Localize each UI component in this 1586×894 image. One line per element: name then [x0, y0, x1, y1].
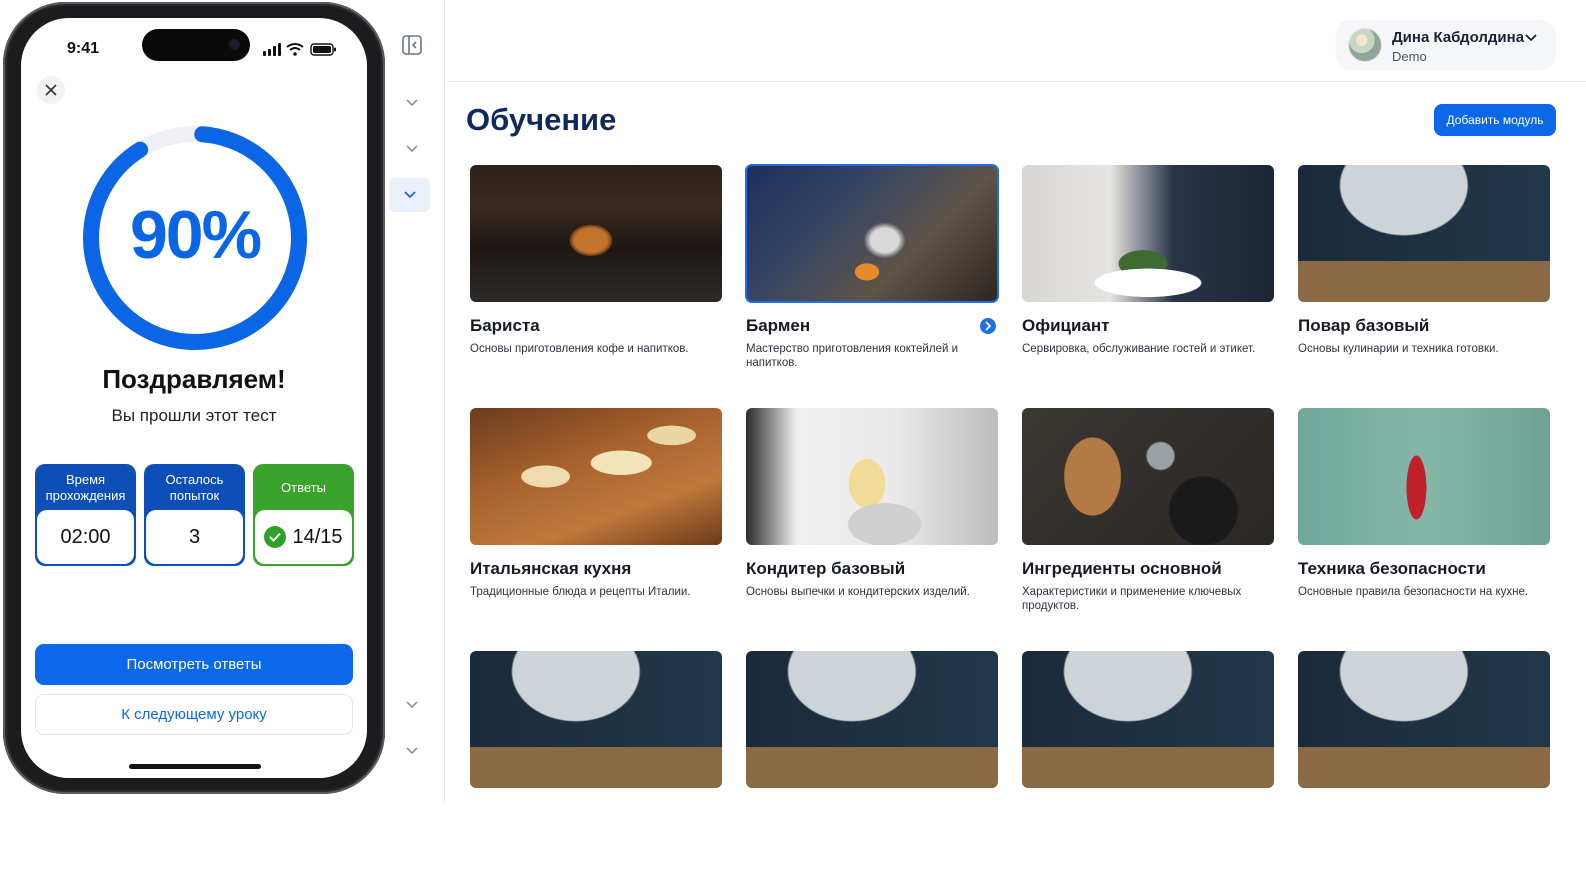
progress-percent: 90% — [129, 197, 262, 273]
course-card-waiter[interactable]: Официант Сервировка, обслуживание гостей… — [1022, 165, 1274, 408]
course-description: Сервировка, обслуживание гостей и этикет… — [1022, 343, 1256, 355]
course-title: Бариста — [470, 316, 540, 335]
check-icon — [264, 526, 287, 548]
course-card[interactable] — [470, 651, 722, 894]
camera-icon — [229, 39, 240, 50]
course-thumbnail — [1298, 408, 1550, 545]
home-indicator — [129, 764, 261, 769]
stat-attempts: Осталось попыток 3 — [144, 464, 245, 566]
course-title: Ингредиенты основной — [1022, 559, 1222, 578]
course-title: Кондитер базовый — [746, 559, 906, 578]
course-description: Традиционные блюда и рецепты Италии. — [470, 586, 691, 598]
stat-label: Ответы — [281, 480, 326, 495]
chevron-down-icon[interactable] — [401, 694, 423, 716]
stat-value: 14/15 — [292, 525, 343, 548]
signal-icon — [263, 43, 281, 56]
course-thumbnail — [746, 408, 998, 545]
page-title: Обучение — [466, 102, 617, 137]
stat-value-wrap: 14/15 — [255, 510, 352, 564]
close-icon[interactable] — [37, 76, 65, 104]
course-thumbnail — [1022, 408, 1274, 545]
course-title: Итальянская кухня — [470, 559, 632, 578]
status-time: 9:41 — [67, 40, 100, 57]
course-card-ingredients[interactable]: Ингредиенты основной Характеристики и пр… — [1022, 408, 1274, 651]
course-title: Официант — [1022, 316, 1110, 335]
course-thumbnail — [470, 408, 722, 545]
course-card-barman[interactable]: Бармен Мастерство приготовления коктейле… — [745, 164, 999, 408]
top-bar: Дина Кабдолдина Demo — [445, 0, 1586, 82]
course-thumbnail — [470, 651, 722, 788]
course-description: Мастерство приготовления коктейлей и нап… — [746, 343, 959, 369]
stat-label: Осталось попыток — [165, 472, 224, 503]
sidebar-collapse-icon[interactable] — [401, 34, 423, 56]
selected-check-icon — [980, 318, 996, 334]
course-description: Основы приготовления кофе и напитков. — [470, 343, 689, 355]
next-lesson-button[interactable]: К следующему уроку — [35, 694, 353, 735]
stat-answers: Ответы 14/15 — [253, 464, 354, 566]
course-card-safety[interactable]: Техника безопасности Основные правила бе… — [1298, 408, 1550, 651]
course-thumbnail — [1298, 651, 1550, 788]
passed-message: Вы прошли этот тест — [111, 406, 277, 425]
course-thumbnail — [1298, 165, 1550, 302]
battery-icon — [310, 43, 336, 56]
course-card[interactable] — [1298, 651, 1550, 894]
course-thumbnail — [1022, 651, 1274, 788]
stat-value: 3 — [146, 510, 243, 564]
view-answers-button[interactable]: Посмотреть ответы — [35, 644, 353, 685]
stat-label: Время прохождения — [45, 472, 126, 503]
add-module-button[interactable]: Добавить модуль — [1434, 104, 1556, 136]
chevron-down-icon[interactable] — [401, 138, 423, 160]
course-card[interactable] — [746, 651, 998, 894]
wifi-icon — [286, 43, 304, 56]
user-menu[interactable]: Дина Кабдолдина Demo — [1336, 20, 1556, 70]
avatar — [1348, 28, 1382, 62]
user-subtitle: Demo — [1392, 49, 1427, 64]
course-description: Основы выпечки и кондитерских изделий. — [746, 586, 970, 598]
course-card-barista[interactable]: Бариста Основы приготовления кофе и напи… — [470, 165, 722, 408]
sidebar — [385, 0, 445, 803]
course-card-pastry[interactable]: Кондитер базовый Основы выпечки и кондит… — [746, 408, 998, 651]
course-thumbnail — [746, 651, 998, 788]
stat-value: 02:00 — [37, 510, 134, 564]
stat-time: Время прохождения 02:00 — [35, 464, 136, 566]
status-icons — [263, 42, 339, 56]
chevron-down-icon[interactable] — [389, 178, 430, 212]
course-thumbnail — [470, 165, 722, 302]
course-thumbnail — [1022, 165, 1274, 302]
course-description: Основные правила безопасности на кухне. — [1298, 586, 1529, 598]
course-title: Техника безопасности — [1298, 559, 1486, 578]
chevron-down-icon[interactable] — [1524, 30, 1538, 44]
course-description: Основы кулинарии и техника готовки. — [1298, 343, 1499, 355]
chevron-down-icon[interactable] — [401, 740, 423, 762]
course-grid: Бариста Основы приготовления кофе и напи… — [470, 164, 1550, 894]
chevron-down-icon[interactable] — [401, 92, 423, 114]
congrats-heading: Поздравляем! — [102, 364, 286, 394]
course-card[interactable] — [1022, 651, 1274, 894]
course-description: Характеристики и применение ключевых про… — [1022, 586, 1242, 612]
phone-screen: 9:41 90% Поздравляем! Вы прошли этот тес… — [21, 18, 367, 778]
course-card-cook-basic[interactable]: Повар базовый Основы кулинарии и техника… — [1298, 165, 1550, 408]
course-thumbnail — [745, 164, 999, 303]
dynamic-island — [142, 29, 250, 61]
phone-mockup: 9:41 90% Поздравляем! Вы прошли этот тес… — [3, 2, 385, 794]
user-name: Дина Кабдолдина — [1392, 29, 1525, 46]
course-title: Повар базовый — [1298, 316, 1430, 335]
course-title: Бармен — [746, 316, 811, 335]
course-card-italian[interactable]: Итальянская кухня Традиционные блюда и р… — [470, 408, 722, 651]
